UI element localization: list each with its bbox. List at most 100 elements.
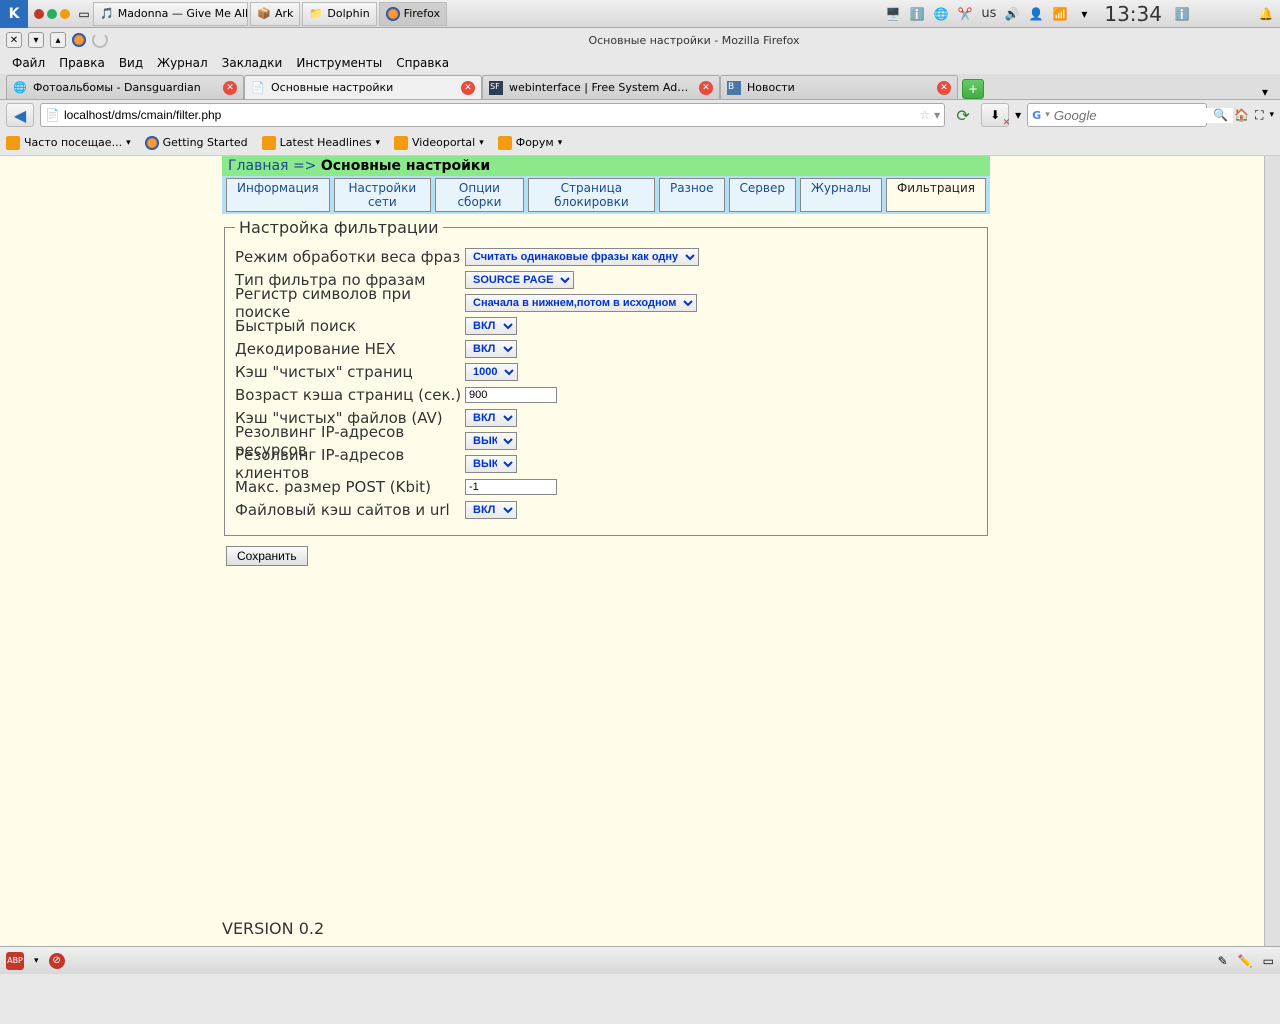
chevron-down-icon[interactable]: ▾ xyxy=(34,956,39,966)
select-resolve-res[interactable]: ВЫКЛ xyxy=(465,432,517,450)
select-clean-cache[interactable]: 1000 xyxy=(465,363,518,381)
user-icon[interactable]: 👤 xyxy=(1028,6,1044,22)
select-resolve-cli[interactable]: ВЫКЛ xyxy=(465,455,517,473)
navtab-filter[interactable]: Фильтрация xyxy=(886,178,986,212)
downloads-button[interactable]: ⬇✕ xyxy=(981,103,1009,127)
display-icon[interactable]: 🖥️ xyxy=(885,6,901,22)
binoculars-icon[interactable]: 🔍 xyxy=(1213,108,1228,122)
tab-news[interactable]: ВНовости✕ xyxy=(720,75,958,99)
pager[interactable] xyxy=(28,9,76,19)
url-bar[interactable]: 📄 ☆ ▾ xyxy=(40,103,945,127)
media-icon: 🎵 xyxy=(100,7,114,21)
bookmark-headlines[interactable]: Latest Headlines▾ xyxy=(262,136,380,150)
url-input[interactable] xyxy=(64,108,915,122)
menubar: Файл Правка Вид Журнал Закладки Инструме… xyxy=(0,52,1280,74)
select-clean-files[interactable]: ВКЛ xyxy=(465,409,517,427)
taskbar-item-ark[interactable]: 📦Ark xyxy=(250,2,300,26)
home-icon[interactable]: 🏠 xyxy=(1234,108,1249,122)
menu-edit[interactable]: Правка xyxy=(53,54,111,72)
chevron-down-icon[interactable]: ▾ xyxy=(934,108,940,122)
help-icon[interactable]: ℹ️ xyxy=(1174,6,1190,22)
bookmark-getting-started[interactable]: Getting Started xyxy=(145,136,248,150)
menu-view[interactable]: Вид xyxy=(113,54,149,72)
clock[interactable]: 13:34 xyxy=(1100,2,1166,26)
filter-settings-fieldset: Настройка фильтрации Режим обработки вес… xyxy=(224,218,988,536)
select-phrase-weight[interactable]: Считать одинаковые фразы как одну xyxy=(465,248,699,266)
close-tab-icon[interactable]: ✕ xyxy=(937,81,951,95)
google-icon[interactable]: G xyxy=(1032,109,1041,122)
rss-icon xyxy=(498,136,512,150)
bookmark-videoportal[interactable]: Videoportal▾ xyxy=(394,136,484,150)
input-post-max[interactable] xyxy=(465,479,557,495)
breadcrumb-home-link[interactable]: Главная xyxy=(228,158,288,174)
edit-icon[interactable]: ✎ xyxy=(1218,954,1228,968)
globe-icon[interactable]: 🌐 xyxy=(933,6,949,22)
bookmark-most-visited[interactable]: Часто посещае...▾ xyxy=(6,136,131,150)
back-button[interactable]: ◀ xyxy=(6,103,34,127)
new-tab-button[interactable]: + xyxy=(962,79,984,99)
pencil-icon[interactable]: ✏️ xyxy=(1238,954,1253,968)
navtab-network[interactable]: Настройки сети xyxy=(334,178,431,212)
kde-menu-button[interactable]: K xyxy=(0,0,28,28)
navtab-logs[interactable]: Журналы xyxy=(800,178,882,212)
navtab-info[interactable]: Информация xyxy=(226,178,330,212)
navtab-build[interactable]: Опции сборки xyxy=(435,178,524,212)
menu-tools[interactable]: Инструменты xyxy=(290,54,388,72)
clipboard-icon[interactable]: ✂️ xyxy=(957,6,973,22)
network-icon[interactable]: 📶 xyxy=(1052,6,1068,22)
navtab-misc[interactable]: Разное xyxy=(659,178,725,212)
keyboard-layout[interactable]: us xyxy=(981,6,996,21)
rss-icon xyxy=(394,136,408,150)
fullscreen-icon[interactable]: ⛶ xyxy=(1255,108,1263,123)
show-desktop-icon[interactable]: ▭ xyxy=(76,6,92,22)
close-window-button[interactable]: ✕ xyxy=(6,32,22,48)
select-filter-type[interactable]: SOURCE PAGE xyxy=(465,271,574,289)
search-input[interactable] xyxy=(1054,108,1233,123)
bookmark-forum[interactable]: Форум▾ xyxy=(498,136,563,150)
label-cache-age: Возраст кэша страниц (сек.) xyxy=(235,386,465,404)
chevron-down-icon[interactable]: ▾ xyxy=(1269,110,1274,120)
maximize-window-button[interactable]: ▴ xyxy=(50,32,66,48)
adblock-icon[interactable]: ABP xyxy=(6,952,24,970)
taskbar-item-firefox[interactable]: Firefox xyxy=(379,2,447,26)
chevron-down-icon[interactable]: ▾ xyxy=(1045,110,1050,120)
navtab-server[interactable]: Сервер xyxy=(729,178,796,212)
firefox-icon xyxy=(386,7,400,21)
taskbar-item-dolphin[interactable]: 📁Dolphin xyxy=(302,2,376,26)
firefox-icon xyxy=(145,136,159,150)
notification-icon[interactable]: 🔔 xyxy=(1258,6,1274,22)
close-tab-icon[interactable]: ✕ xyxy=(699,81,713,95)
tab-photoalbums[interactable]: 🌐Фотоальбомы - Dansguardian✕ xyxy=(6,75,244,99)
label-hex-decode: Декодирование HEX xyxy=(235,340,465,358)
tab-settings[interactable]: 📄Основные настройки✕ xyxy=(244,75,482,99)
taskbar-item-madonna[interactable]: 🎵Madonna — Give Me All Yo xyxy=(93,2,248,26)
select-hex-decode[interactable]: ВКЛ xyxy=(465,340,517,358)
menu-history[interactable]: Журнал xyxy=(151,54,214,72)
star-icon[interactable]: ☆ xyxy=(919,108,930,122)
close-tab-icon[interactable]: ✕ xyxy=(461,81,475,95)
menu-bookmarks[interactable]: Закладки xyxy=(216,54,289,72)
tabs-dropdown-icon[interactable]: ▾ xyxy=(1256,85,1274,99)
navtab-blockpage[interactable]: Страница блокировки xyxy=(528,178,655,212)
info-icon[interactable]: ℹ️ xyxy=(909,6,925,22)
navigation-toolbar: ◀ 📄 ☆ ▾ ⟳ ⬇✕ ▾ G ▾ 🔍 🏠 ⛶ ▾ xyxy=(0,100,1280,130)
select-case-mode[interactable]: Сначала в нижнем,потом в исходном xyxy=(465,294,697,312)
chevron-down-icon[interactable]: ▾ xyxy=(1015,108,1021,122)
volume-icon[interactable]: 🔊 xyxy=(1004,6,1020,22)
reload-button[interactable]: ⟳ xyxy=(951,103,975,127)
input-cache-age[interactable] xyxy=(465,387,557,403)
select-quick-search[interactable]: ВКЛ xyxy=(465,317,517,335)
media-icon[interactable]: ▭ xyxy=(1263,954,1274,968)
tab-webinterface[interactable]: SFwebinterface | Free System Administr..… xyxy=(482,75,720,99)
search-bar[interactable]: G ▾ xyxy=(1027,103,1207,127)
save-button[interactable]: Сохранить xyxy=(226,546,308,566)
vertical-scrollbar[interactable] xyxy=(1264,156,1280,946)
system-tray: 🖥️ ℹ️ 🌐 ✂️ us 🔊 👤 📶 ▾ 13:34 ℹ️ 🔔 xyxy=(885,2,1280,26)
menu-file[interactable]: Файл xyxy=(6,54,51,72)
menu-help[interactable]: Справка xyxy=(390,54,455,72)
select-file-cache[interactable]: ВКЛ xyxy=(465,501,517,519)
close-tab-icon[interactable]: ✕ xyxy=(223,81,237,95)
noscript-icon[interactable]: ⊘ xyxy=(49,953,65,969)
chevron-down-icon[interactable]: ▾ xyxy=(1076,6,1092,22)
minimize-window-button[interactable]: ▾ xyxy=(28,32,44,48)
